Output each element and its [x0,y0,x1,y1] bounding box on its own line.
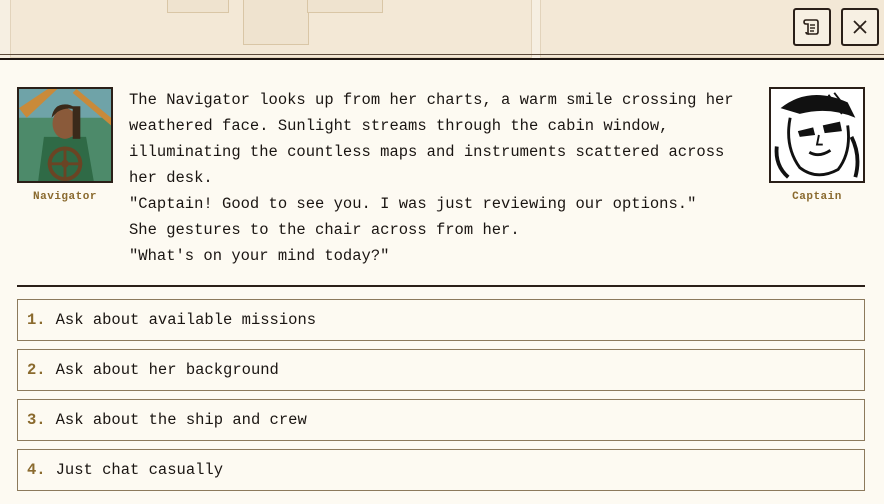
speaker-right: Captain [769,87,865,203]
dialog-line: She gestures to the chair across from he… [129,221,520,239]
choice-label: Ask about available missions [55,311,317,329]
navigator-name: Navigator [33,191,97,203]
map-panel-right [540,0,884,58]
dialog-divider [17,285,865,287]
choice-option-2[interactable]: 2. Ask about her background [17,349,865,391]
scroll-icon [803,19,819,35]
captain-portrait-image [771,89,863,181]
close-button[interactable] [841,8,879,46]
choice-option-1[interactable]: 1. Ask about available missions [17,299,865,341]
choice-number: 4. [27,461,46,479]
captain-name: Captain [792,191,842,203]
map-room [167,0,229,13]
choice-label: Just chat casually [55,461,224,479]
dialog-line: The Navigator looks up from her charts, … [129,91,734,187]
map-room [307,0,383,13]
choice-number: 1. [27,311,46,329]
map-panel-left [10,0,532,58]
choice-label: Ask about the ship and crew [55,411,307,429]
choice-number: 3. [27,411,46,429]
choice-number: 2. [27,361,46,379]
map-strip [0,0,884,60]
navigator-portrait-image [19,89,111,181]
choice-option-3[interactable]: 3. Ask about the ship and crew [17,399,865,441]
dialog-line: "What's on your mind today?" [129,247,390,265]
dialog-panel: Navigator The Navigator looks up from he… [17,86,865,286]
speaker-left: Navigator [17,87,113,203]
dialog-log-button[interactable] [793,8,831,46]
dialog-line: "Captain! Good to see you. I was just re… [129,195,697,213]
choice-label: Ask about her background [55,361,279,379]
captain-portrait [769,87,865,183]
dialog-text: The Navigator looks up from her charts, … [129,87,757,269]
choice-option-4[interactable]: 4. Just chat casually [17,449,865,491]
close-icon [853,20,867,34]
map-room [243,0,309,45]
navigator-portrait [17,87,113,183]
